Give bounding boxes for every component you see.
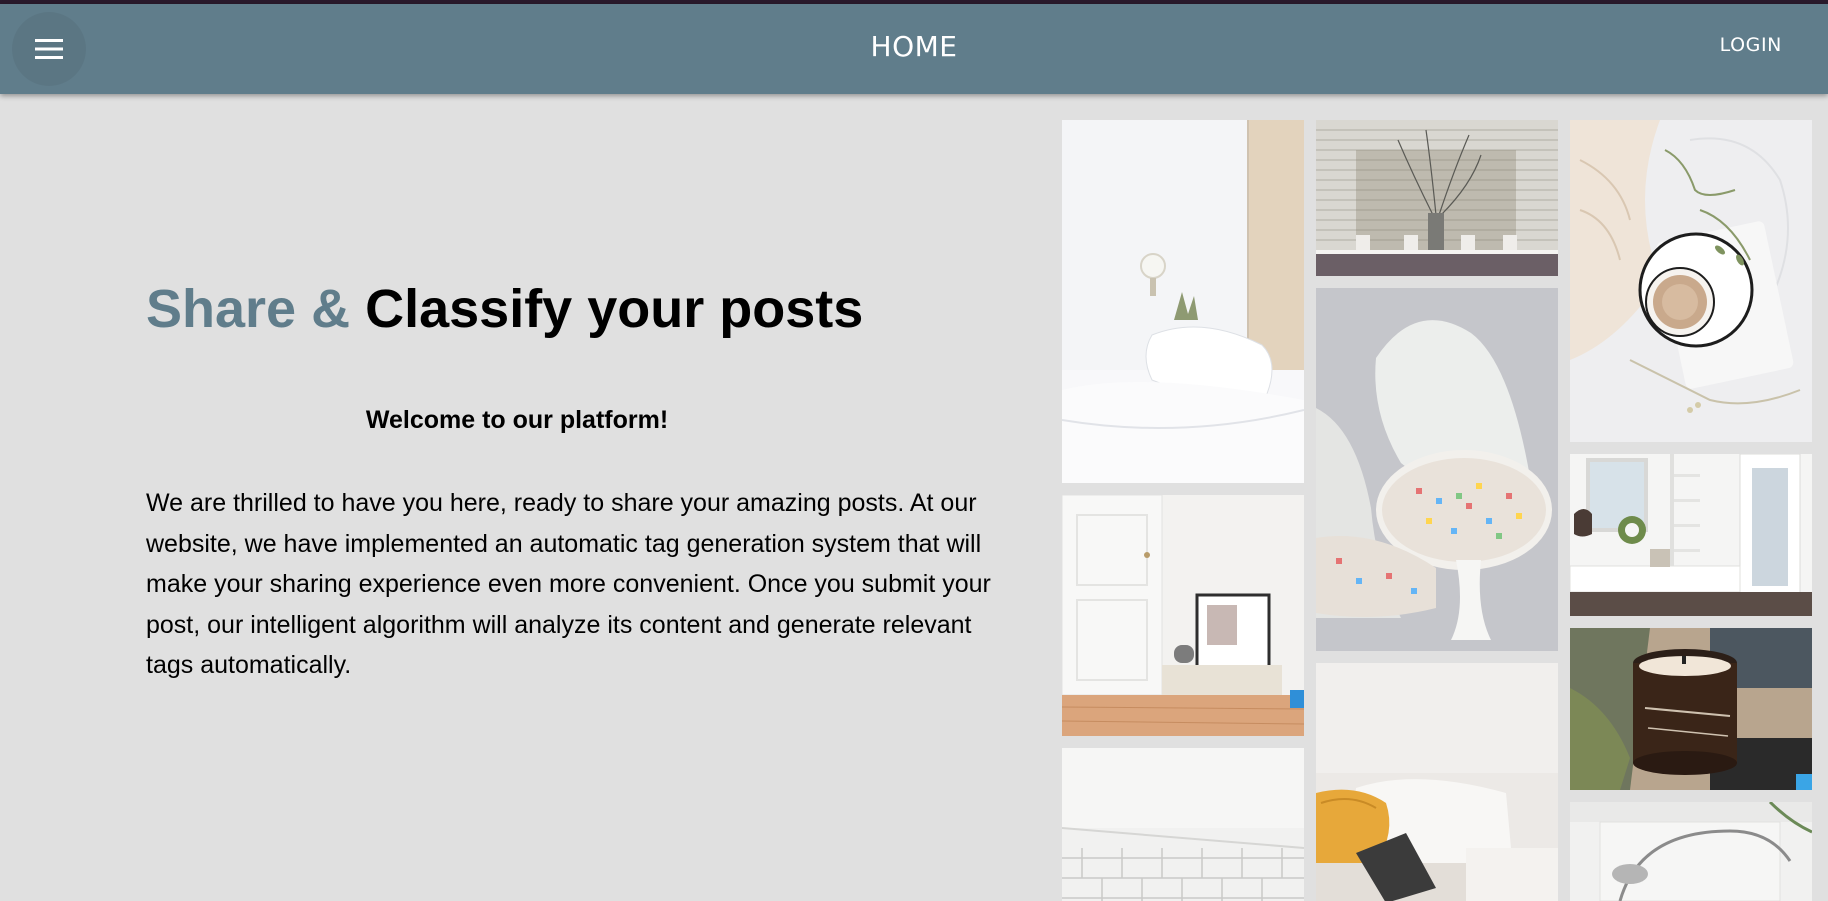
gallery-image-arc-lamp: [1570, 802, 1812, 901]
page-title[interactable]: HOME: [0, 30, 1828, 63]
hero-title-accent: Share &: [146, 279, 351, 339]
welcome-heading: Welcome to our platform!: [365, 406, 669, 434]
gallery-image-kitchen-tiles: [1062, 748, 1304, 901]
app-bar: HOME LOGIN: [0, 4, 1828, 94]
intro-description: We are thrilled to have you here, ready …: [146, 489, 991, 679]
gallery-image-entryway: [1570, 454, 1812, 616]
gallery-image-books-floor: [1062, 495, 1304, 736]
hero-title-rest: Classify your posts: [350, 279, 864, 339]
login-button[interactable]: LOGIN: [1720, 34, 1782, 56]
gallery-image-sofa-laptop: [1316, 663, 1558, 901]
gallery-image-tulip-chairs: [1316, 288, 1558, 651]
hero-title: Share & Classify your posts: [146, 278, 863, 340]
gallery-image-coffee-bed: [1570, 120, 1812, 442]
gallery-image-window-vase: [1316, 120, 1558, 276]
gallery-image-bedroom: [1062, 120, 1304, 483]
gallery-image-candle-jar: [1570, 628, 1812, 790]
